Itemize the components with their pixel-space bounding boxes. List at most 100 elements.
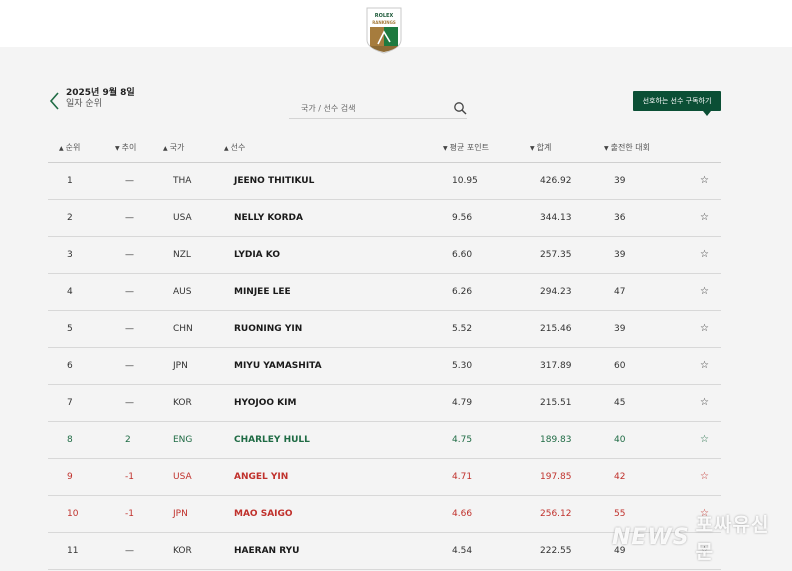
table-row[interactable]: 2 — USA NELLY KORDA 9.56 344.13 36 ☆ (48, 200, 721, 237)
sort-up-icon: ▲ (59, 145, 64, 152)
table-row[interactable]: 3 — NZL LYDIA KO 6.60 257.35 39 ☆ (48, 237, 721, 274)
search-icon[interactable] (453, 101, 467, 115)
sort-down-icon: ▼ (530, 145, 535, 152)
movement: — (125, 324, 134, 334)
nation: KOR (173, 398, 192, 408)
col-nation[interactable]: ▲ 국가 (163, 142, 184, 153)
nation: CHN (173, 324, 193, 334)
ranking-date: 2025년 9월 8일 (66, 88, 135, 98)
total-points: 294.23 (540, 287, 572, 297)
star-icon[interactable]: ☆ (700, 249, 709, 260)
col-avg-points[interactable]: ▼ 평균 포인트 (443, 142, 489, 153)
watermark: NEWS 포싸유신문 (612, 514, 778, 563)
player-name[interactable]: MINJEE LEE (234, 287, 291, 298)
table-row[interactable]: 4 — AUS MINJEE LEE 6.26 294.23 47 ☆ (48, 274, 721, 311)
player-name[interactable]: RUONING YIN (234, 324, 302, 335)
star-icon[interactable]: ☆ (700, 175, 709, 186)
star-icon[interactable]: ☆ (700, 471, 709, 482)
nation: KOR (173, 546, 192, 556)
nation: THA (173, 176, 192, 186)
total-points: 344.13 (540, 213, 572, 223)
total-points: 256.12 (540, 509, 572, 519)
rank: 1 (67, 176, 73, 186)
table-row[interactable]: 1 — THA JEENO THITIKUL 10.95 426.92 39 ☆ (48, 163, 721, 200)
rolex-rankings-logo[interactable]: ROLEX RANKINGS (364, 6, 404, 54)
logo-brand: ROLEX (375, 13, 394, 19)
events-played: 55 (614, 509, 626, 519)
star-icon[interactable]: ☆ (700, 286, 709, 297)
search-box (289, 97, 467, 119)
nation: NZL (173, 250, 191, 260)
movement: -1 (125, 472, 134, 482)
player-name[interactable]: JEENO THITIKUL (234, 176, 314, 187)
table-row[interactable]: 8 2 ENG CHARLEY HULL 4.75 189.83 40 ☆ (48, 422, 721, 459)
movement: — (125, 176, 134, 186)
sort-down-icon: ▼ (604, 145, 609, 152)
star-icon[interactable]: ☆ (700, 212, 709, 223)
table-row[interactable]: 9 -1 USA ANGEL YIN 4.71 197.85 42 ☆ (48, 459, 721, 496)
col-rank[interactable]: ▲ 순위 (59, 142, 80, 153)
search-input[interactable] (301, 100, 441, 116)
avg-points: 10.95 (452, 176, 478, 186)
col-total[interactable]: ▼ 합계 (530, 142, 551, 153)
sort-down-icon: ▼ (443, 145, 448, 152)
avg-points: 6.60 (452, 250, 473, 260)
movement: — (125, 287, 134, 297)
watermark-text: 포싸유신문 (695, 514, 770, 563)
player-name[interactable]: LYDIA KO (234, 250, 280, 261)
events-played: 36 (614, 213, 626, 223)
subscribe-favorite-button[interactable]: 선호하는 선수 구독하기 (633, 91, 721, 116)
rank: 2 (67, 213, 73, 223)
rank: 6 (67, 361, 73, 371)
col-events[interactable]: ▼ 출전한 대회 (604, 142, 650, 153)
total-points: 426.92 (540, 176, 572, 186)
star-icon[interactable]: ☆ (700, 360, 709, 371)
events-played: 60 (614, 361, 626, 371)
table-row[interactable]: 6 — JPN MIYU YAMASHITA 5.30 317.89 60 ☆ (48, 348, 721, 385)
nation: USA (173, 213, 192, 223)
nation: AUS (173, 287, 192, 297)
nation: USA (173, 472, 192, 482)
player-name[interactable]: HYOJOO KIM (234, 398, 296, 409)
ranking-date-sub: 일자 순위 (66, 99, 102, 109)
player-name[interactable]: HAERAN RYU (234, 546, 299, 557)
avg-points: 4.75 (452, 435, 473, 445)
avg-points: 6.26 (452, 287, 473, 297)
star-icon[interactable]: ☆ (700, 397, 709, 408)
nation: JPN (173, 361, 188, 371)
movement: — (125, 250, 134, 260)
movement: — (125, 361, 134, 371)
movement: 2 (125, 435, 131, 445)
events-played: 40 (614, 435, 626, 445)
player-name[interactable]: CHARLEY HULL (234, 435, 310, 446)
col-movement[interactable]: ▼ 추이 (115, 142, 136, 153)
star-icon[interactable]: ☆ (700, 434, 709, 445)
events-played: 39 (614, 176, 626, 186)
avg-points: 5.30 (452, 361, 473, 371)
rank: 11 (67, 546, 79, 556)
player-name[interactable]: MIYU YAMASHITA (234, 361, 322, 372)
avg-points: 4.71 (452, 472, 473, 482)
avg-points: 9.56 (452, 213, 473, 223)
nation: ENG (173, 435, 193, 445)
rank: 5 (67, 324, 73, 334)
movement: — (125, 213, 134, 223)
rank: 10 (67, 509, 79, 519)
table-row[interactable]: 7 — KOR HYOJOO KIM 4.79 215.51 45 ☆ (48, 385, 721, 422)
rank: 8 (67, 435, 73, 445)
total-points: 197.85 (540, 472, 572, 482)
col-player[interactable]: ▲ 선수 (224, 142, 245, 153)
player-name[interactable]: MAO SAIGO (234, 509, 293, 520)
star-icon[interactable]: ☆ (700, 323, 709, 334)
table-row[interactable]: 5 — CHN RUONING YIN 5.52 215.46 39 ☆ (48, 311, 721, 348)
player-name[interactable]: NELLY KORDA (234, 213, 303, 224)
rank: 9 (67, 472, 73, 482)
events-played: 45 (614, 398, 626, 408)
events-played: 42 (614, 472, 626, 482)
player-name[interactable]: ANGEL YIN (234, 472, 288, 483)
total-points: 189.83 (540, 435, 572, 445)
chevron-left-icon[interactable] (48, 90, 62, 112)
table-header: ▲ 순위 ▼ 추이 ▲ 국가 ▲ 선수 ▼ 평균 포인트 ▼ 합계 ▼ 출전한 대회 (48, 137, 721, 163)
total-points: 222.55 (540, 546, 572, 556)
sort-up-icon: ▲ (224, 145, 229, 152)
